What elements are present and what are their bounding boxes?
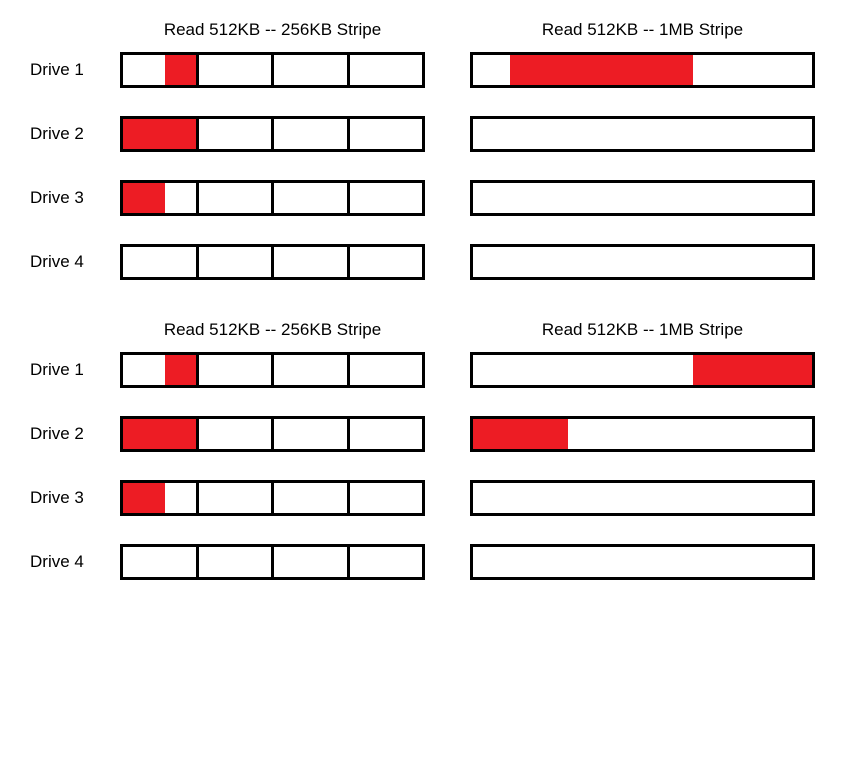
drive-row: Drive 2: [10, 116, 854, 152]
segment: [199, 419, 275, 449]
segment: [123, 247, 199, 277]
segment-dividers: [123, 355, 422, 385]
title-right: Read 512KB -- 1MB Stripe: [470, 20, 815, 40]
segment: [274, 547, 350, 577]
stripe-bar-1mb: [470, 544, 815, 580]
drive-row: Drive 1: [10, 352, 854, 388]
stripe-bar-1mb: [470, 116, 815, 152]
segment: [123, 119, 199, 149]
diagram-root: Read 512KB -- 256KB Stripe Read 512KB -- …: [10, 20, 854, 580]
segment-dividers: [123, 483, 422, 513]
segment-dividers: [123, 419, 422, 449]
stripe-bar-256kb: [120, 544, 425, 580]
segment: [199, 119, 275, 149]
drive-row: Drive 4: [10, 544, 854, 580]
drive-label: Drive 1: [10, 360, 120, 380]
segment: [350, 483, 423, 513]
stripe-bar-1mb: [470, 244, 815, 280]
titles-row: Read 512KB -- 256KB Stripe Read 512KB -- …: [120, 320, 854, 340]
drive-label: Drive 3: [10, 188, 120, 208]
stripe-bar-256kb: [120, 52, 425, 88]
segment: [123, 55, 199, 85]
segment-dividers: [123, 55, 422, 85]
scenario-block: Read 512KB -- 256KB Stripe Read 512KB -- …: [10, 20, 854, 280]
stripe-bar-256kb: [120, 416, 425, 452]
titles-row: Read 512KB -- 256KB Stripe Read 512KB -- …: [120, 20, 854, 40]
segment-dividers: [123, 247, 422, 277]
drive-label: Drive 4: [10, 252, 120, 272]
drive-row: Drive 1: [10, 52, 854, 88]
stripe-bar-1mb: [470, 416, 815, 452]
segment: [350, 247, 423, 277]
drive-label: Drive 3: [10, 488, 120, 508]
drive-label: Drive 2: [10, 124, 120, 144]
read-fill: [510, 55, 693, 85]
stripe-bar-256kb: [120, 244, 425, 280]
segment: [123, 419, 199, 449]
segment: [350, 119, 423, 149]
segment: [199, 547, 275, 577]
segment: [350, 547, 423, 577]
title-left: Read 512KB -- 256KB Stripe: [120, 320, 425, 340]
segment: [123, 483, 199, 513]
segment: [274, 247, 350, 277]
segment: [274, 183, 350, 213]
drive-row: Drive 3: [10, 480, 854, 516]
read-fill: [473, 419, 568, 449]
segment: [199, 55, 275, 85]
drive-row: Drive 4: [10, 244, 854, 280]
stripe-bar-1mb: [470, 352, 815, 388]
scenario-block: Read 512KB -- 256KB Stripe Read 512KB -- …: [10, 320, 854, 580]
drive-row: Drive 2: [10, 416, 854, 452]
stripe-bar-1mb: [470, 480, 815, 516]
read-fill: [693, 355, 812, 385]
stripe-bar-256kb: [120, 480, 425, 516]
segment: [274, 355, 350, 385]
segment: [199, 355, 275, 385]
segment: [350, 355, 423, 385]
title-right: Read 512KB -- 1MB Stripe: [470, 320, 815, 340]
segment: [199, 483, 275, 513]
segment: [350, 55, 423, 85]
segment: [274, 119, 350, 149]
stripe-bar-256kb: [120, 352, 425, 388]
segment: [123, 183, 199, 213]
stripe-bar-1mb: [470, 180, 815, 216]
segment: [123, 355, 199, 385]
drive-label: Drive 2: [10, 424, 120, 444]
segment: [199, 247, 275, 277]
segment-dividers: [123, 183, 422, 213]
stripe-bar-256kb: [120, 116, 425, 152]
segment: [350, 419, 423, 449]
stripe-bar-256kb: [120, 180, 425, 216]
title-left: Read 512KB -- 256KB Stripe: [120, 20, 425, 40]
segment: [274, 419, 350, 449]
drive-label: Drive 4: [10, 552, 120, 572]
segment-dividers: [123, 547, 422, 577]
segment: [274, 483, 350, 513]
segment: [274, 55, 350, 85]
segment: [350, 183, 423, 213]
drive-row: Drive 3: [10, 180, 854, 216]
stripe-bar-1mb: [470, 52, 815, 88]
segment: [123, 547, 199, 577]
segment: [199, 183, 275, 213]
drive-label: Drive 1: [10, 60, 120, 80]
segment-dividers: [123, 119, 422, 149]
